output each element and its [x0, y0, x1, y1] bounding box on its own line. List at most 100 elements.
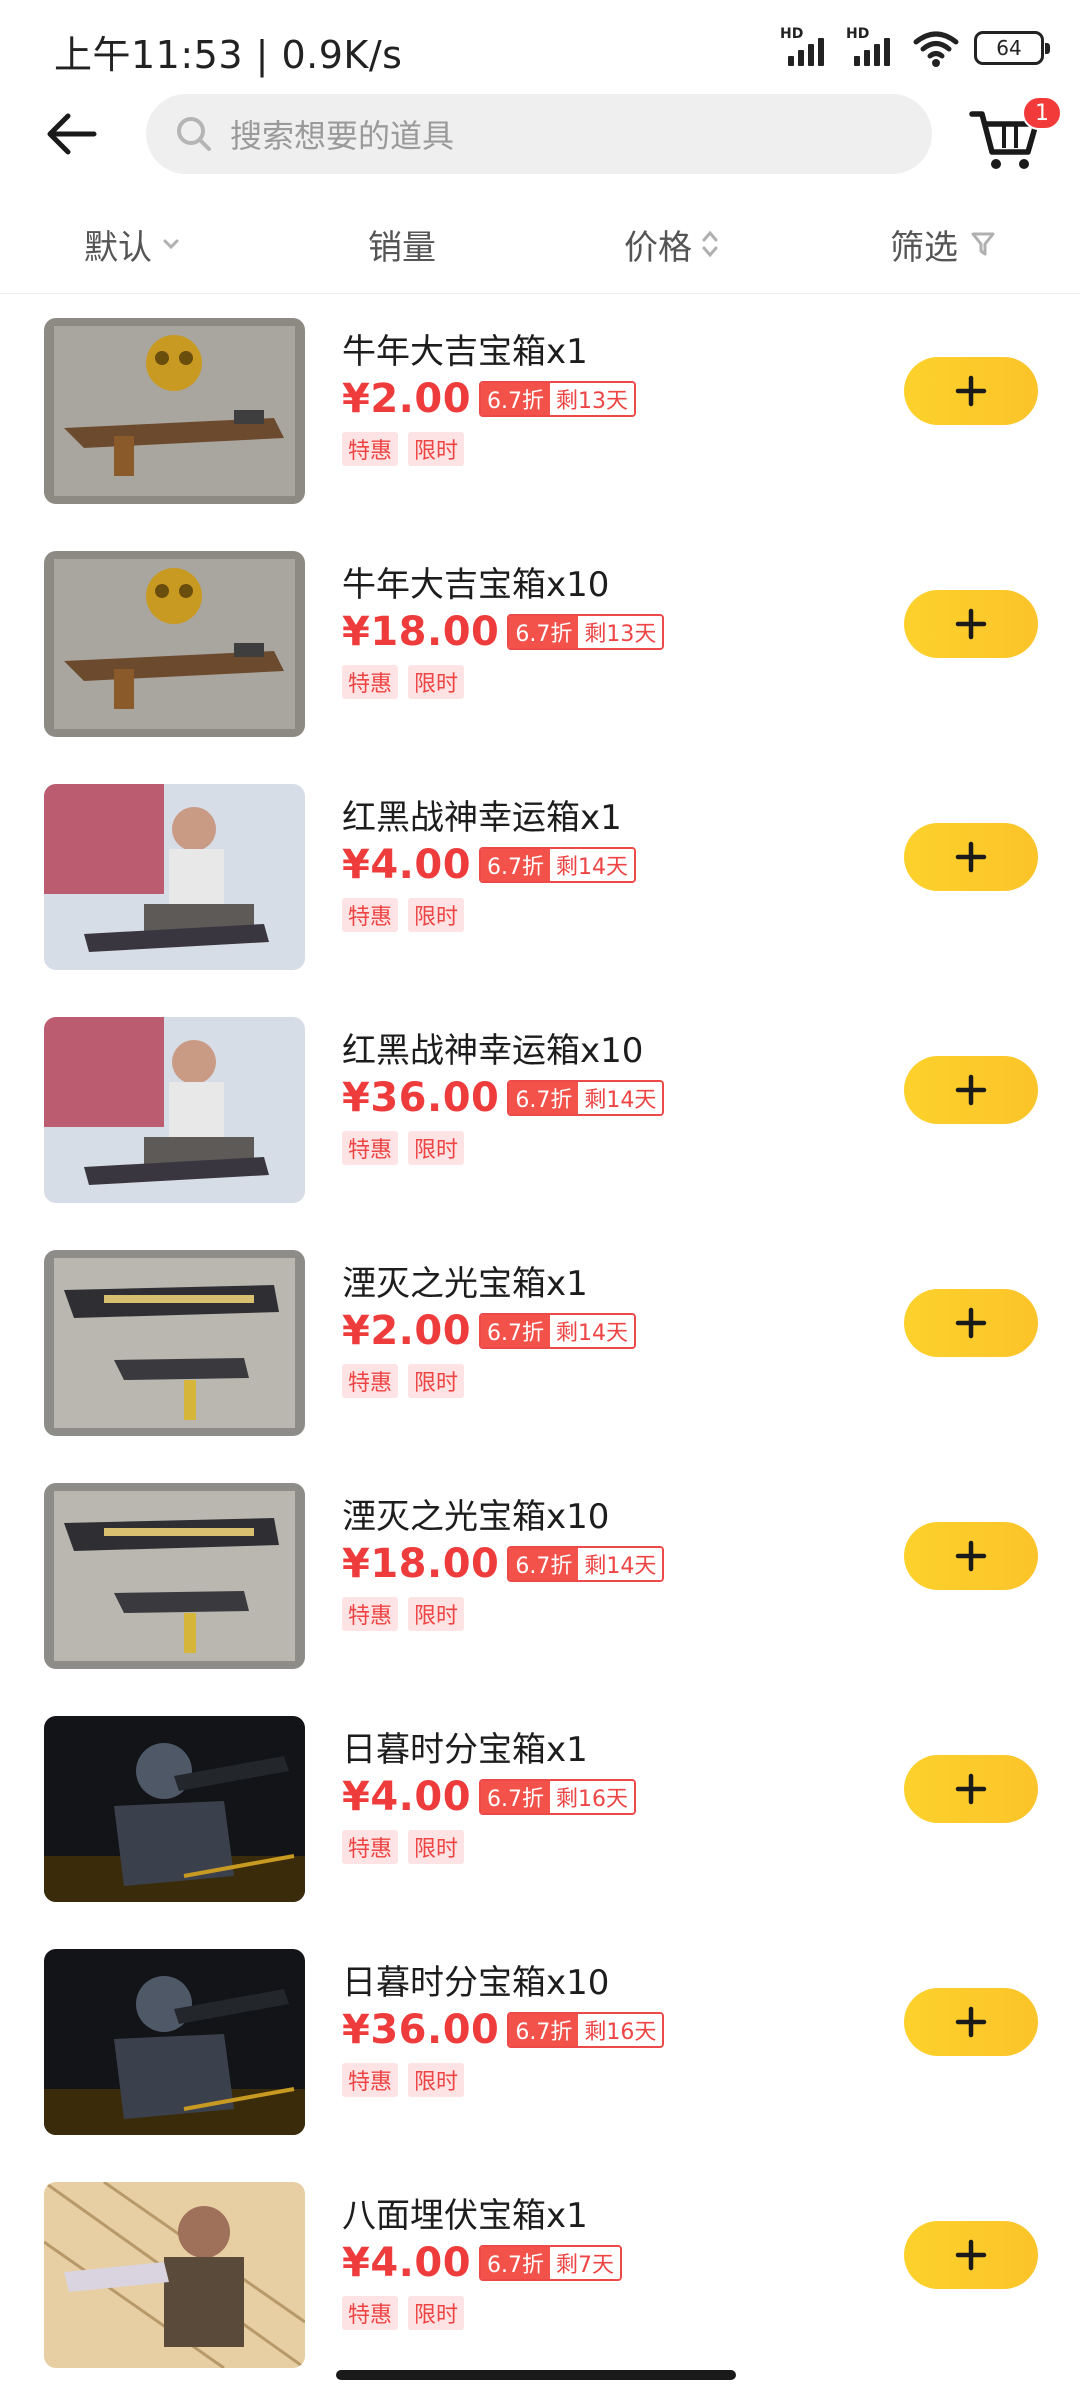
price-row: ¥2.00 6.7折 剩14天: [342, 1306, 637, 1356]
promo-badge: 6.7折 剩7天: [479, 2245, 623, 2281]
plus-icon: [955, 1773, 987, 1805]
tag-special: 特惠: [342, 1364, 399, 1398]
tag-list: 特惠 限时: [342, 1131, 465, 1165]
promo-badge: 6.7折 剩14天: [507, 1546, 665, 1582]
product-list: 牛年大吉宝箱x1 ¥2.00 6.7折 剩13天 特惠 限时 牛年大吉宝箱x10…: [0, 296, 1080, 2393]
product-title: 红黑战神幸运箱x1: [342, 798, 622, 838]
add-to-cart-button[interactable]: [904, 823, 1038, 891]
add-to-cart-button[interactable]: [904, 1289, 1038, 1357]
promo-badge: 6.7折 剩13天: [479, 381, 637, 417]
wifi-icon: [913, 31, 959, 67]
tag-list: 特惠 限时: [342, 1597, 465, 1631]
price-row: ¥18.00 6.7折 剩13天: [342, 607, 665, 657]
product-price: ¥2.00: [342, 1308, 472, 1354]
remaining-days-label: 剩7天: [550, 2247, 621, 2279]
product-price: ¥18.00: [342, 609, 500, 655]
product-title: 湮灭之光宝箱x1: [342, 1264, 588, 1304]
promo-badge: 6.7折 剩13天: [507, 614, 665, 650]
product-item[interactable]: 日暮时分宝箱x1 ¥4.00 6.7折 剩16天 特惠 限时: [0, 1694, 1080, 1927]
tag-list: 特惠 限时: [342, 2063, 465, 2097]
cart-badge: 1: [1022, 96, 1062, 130]
tag-list: 特惠 限时: [342, 1830, 465, 1864]
product-item[interactable]: 红黑战神幸运箱x10 ¥36.00 6.7折 剩14天 特惠 限时: [0, 995, 1080, 1228]
add-to-cart-button[interactable]: [904, 590, 1038, 658]
price-row: ¥4.00 6.7折 剩14天: [342, 840, 637, 890]
home-indicator[interactable]: [336, 2370, 736, 2380]
sort-filter[interactable]: 筛选: [890, 216, 996, 272]
plus-icon: [955, 2006, 987, 2038]
tag-list: 特惠 限时: [342, 665, 465, 699]
product-title: 日暮时分宝箱x10: [342, 1963, 610, 2003]
promo-badge: 6.7折 剩14天: [479, 847, 637, 883]
sort-bar: 默认 销量 价格 筛选: [0, 194, 1080, 294]
add-to-cart-button[interactable]: [904, 1755, 1038, 1823]
tag-limited: 限时: [408, 2296, 465, 2330]
product-title: 牛年大吉宝箱x1: [342, 332, 588, 372]
product-image: [44, 1250, 305, 1436]
discount-label: 6.7折: [481, 2247, 551, 2279]
product-item[interactable]: 牛年大吉宝箱x1 ¥2.00 6.7折 剩13天 特惠 限时: [0, 296, 1080, 529]
product-image: [44, 2182, 305, 2368]
back-button[interactable]: [40, 102, 104, 166]
product-price: ¥36.00: [342, 2007, 500, 2053]
discount-label: 6.7折: [509, 1082, 579, 1114]
discount-label: 6.7折: [481, 1781, 551, 1813]
product-item[interactable]: 牛年大吉宝箱x10 ¥18.00 6.7折 剩13天 特惠 限时: [0, 529, 1080, 762]
cart-button[interactable]: 1: [962, 96, 1062, 176]
remaining-days-label: 剩14天: [578, 1082, 663, 1114]
tag-list: 特惠 限时: [342, 1364, 465, 1398]
remaining-days-label: 剩14天: [550, 1315, 635, 1347]
product-price: ¥36.00: [342, 1075, 500, 1121]
product-price: ¥4.00: [342, 1774, 472, 1820]
price-row: ¥36.00 6.7折 剩14天: [342, 1073, 665, 1123]
add-to-cart-button[interactable]: [904, 1522, 1038, 1590]
promo-badge: 6.7折 剩16天: [479, 1779, 637, 1815]
sort-default[interactable]: 默认: [84, 216, 182, 272]
discount-label: 6.7折: [509, 1548, 579, 1580]
remaining-days-label: 剩13天: [578, 616, 663, 648]
add-to-cart-button[interactable]: [904, 357, 1038, 425]
product-item[interactable]: 日暮时分宝箱x10 ¥36.00 6.7折 剩16天 特惠 限时: [0, 1927, 1080, 2160]
back-arrow-icon: [47, 113, 97, 155]
price-row: ¥4.00 6.7折 剩7天: [342, 2238, 623, 2288]
tag-special: 特惠: [342, 898, 399, 932]
product-item[interactable]: 湮灭之光宝箱x10 ¥18.00 6.7折 剩14天 特惠 限时: [0, 1461, 1080, 1694]
product-price: ¥4.00: [342, 842, 472, 888]
signal-icon-2: HD: [846, 26, 898, 68]
product-item[interactable]: 八面埋伏宝箱x1 ¥4.00 6.7折 剩7天 特惠 限时: [0, 2160, 1080, 2393]
product-item[interactable]: 湮灭之光宝箱x1 ¥2.00 6.7折 剩14天 特惠 限时: [0, 1228, 1080, 1461]
tag-limited: 限时: [408, 1131, 465, 1165]
remaining-days-label: 剩16天: [578, 2014, 663, 2046]
add-to-cart-button[interactable]: [904, 1056, 1038, 1124]
plus-icon: [955, 2239, 987, 2271]
discount-label: 6.7折: [509, 2014, 579, 2046]
search-icon: [174, 114, 214, 154]
signal-icon: HD: [780, 26, 832, 68]
sort-sales-label: 销量: [368, 227, 436, 268]
sort-price[interactable]: 价格: [624, 216, 720, 272]
search-input[interactable]: 搜索想要的道具: [146, 94, 932, 174]
product-image: [44, 1017, 305, 1203]
tag-special: 特惠: [342, 2296, 399, 2330]
product-price: ¥2.00: [342, 376, 472, 422]
product-image: [44, 1483, 305, 1669]
status-bar: 上午11:53 | 0.9K/s HD HD 64: [0, 0, 1080, 96]
product-image: [44, 318, 305, 504]
product-image: [44, 551, 305, 737]
product-item[interactable]: 红黑战神幸运箱x1 ¥4.00 6.7折 剩14天 特惠 限时: [0, 762, 1080, 995]
price-row: ¥4.00 6.7折 剩16天: [342, 1772, 637, 1822]
chevron-down-icon: [160, 233, 182, 255]
add-to-cart-button[interactable]: [904, 1988, 1038, 2056]
remaining-days-label: 剩13天: [550, 383, 635, 415]
sort-sales[interactable]: 销量: [368, 216, 436, 272]
tag-special: 特惠: [342, 432, 399, 466]
sort-default-label: 默认: [84, 227, 152, 268]
tag-limited: 限时: [408, 1364, 465, 1398]
add-to-cart-button[interactable]: [904, 2221, 1038, 2289]
product-image: [44, 784, 305, 970]
remaining-days-label: 剩14天: [578, 1548, 663, 1580]
discount-label: 6.7折: [481, 383, 551, 415]
tag-list: 特惠 限时: [342, 432, 465, 466]
discount-label: 6.7折: [481, 849, 551, 881]
header: 搜索想要的道具 1: [0, 90, 1080, 180]
